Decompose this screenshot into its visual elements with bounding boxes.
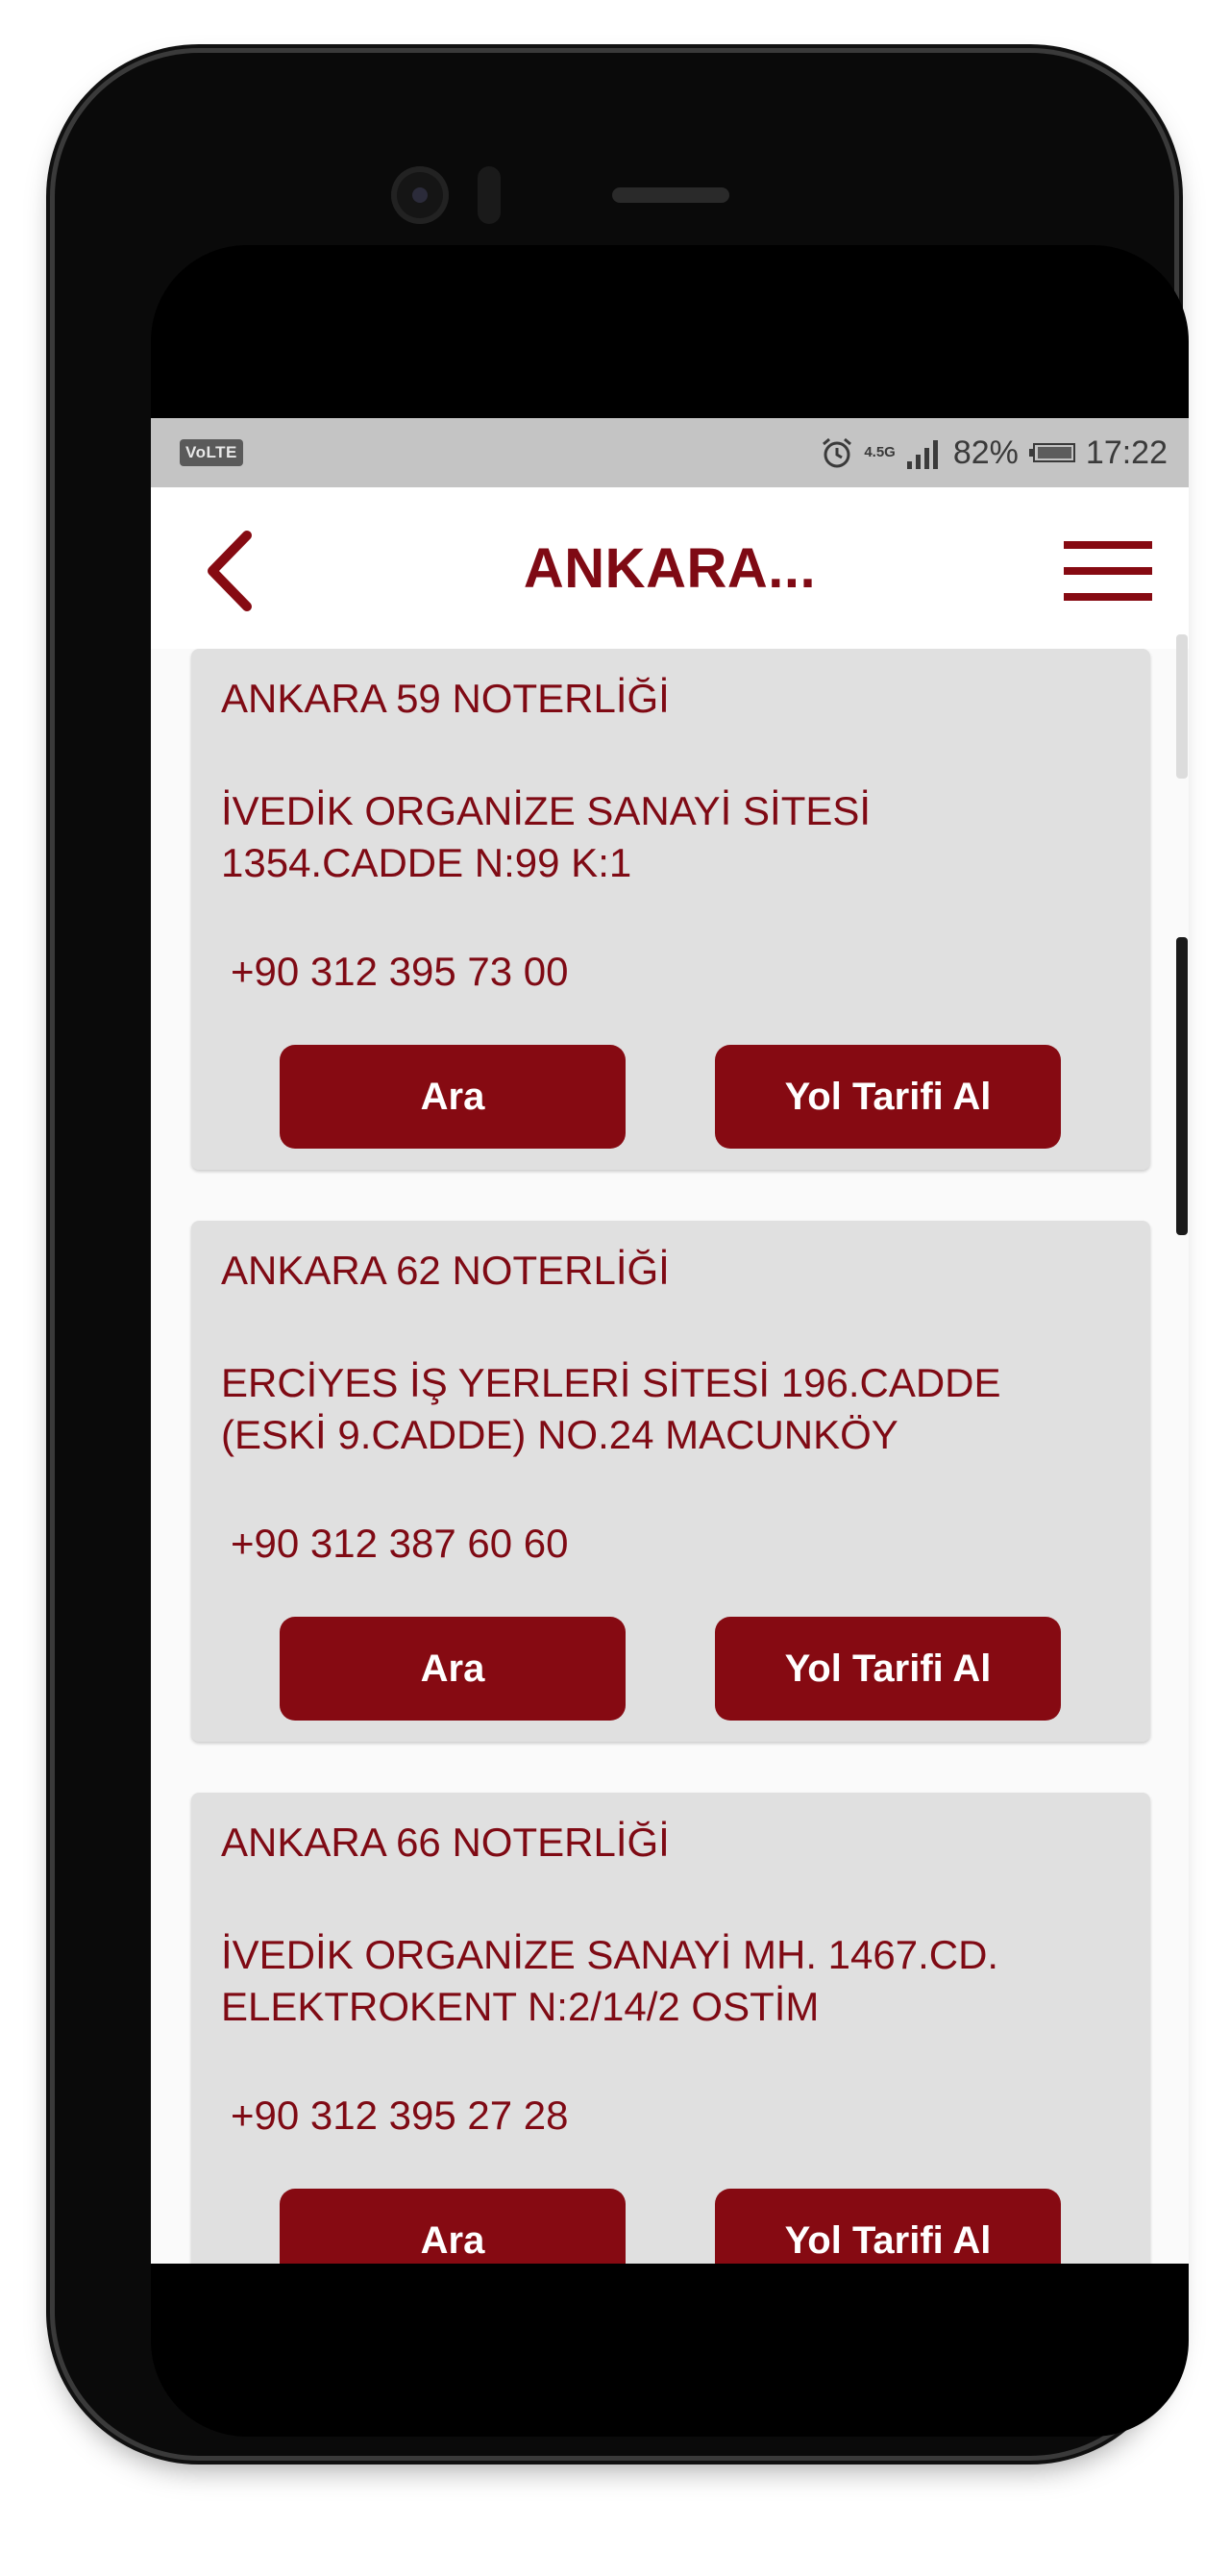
phone-screen: VoLTE 4.5G 82% 17:22 ANKARA... ANKARA 59…: [151, 245, 1189, 2437]
alarm-icon: [823, 437, 852, 468]
side-key: [1176, 634, 1188, 779]
status-bar: VoLTE 4.5G 82% 17:22: [151, 418, 1189, 487]
app-header: ANKARA...: [151, 487, 1189, 649]
battery-percent: 82%: [952, 433, 1019, 471]
hamburger-menu-icon: [1064, 541, 1152, 601]
notary-card: ANKARA 62 NOTERLİĞİ ERCİYES İŞ YERLERİ S…: [191, 1221, 1150, 1742]
front-camera: [391, 166, 449, 224]
notary-name: ANKARA 66 NOTERLİĞİ: [221, 1820, 670, 1865]
back-button[interactable]: [201, 528, 258, 614]
notary-card: ANKARA 66 NOTERLİĞİ İVEDİK ORGANİZE SANA…: [191, 1793, 1150, 2264]
chevron-left-icon: [208, 531, 252, 611]
notary-phone: +90 312 395 27 28: [231, 2093, 569, 2138]
network-type-label: 4.5G: [864, 443, 896, 460]
notary-name: ANKARA 62 NOTERLİĞİ: [221, 1248, 670, 1293]
signal-icon: [906, 440, 938, 469]
clock: 17:22: [1085, 433, 1168, 471]
battery-icon: [1028, 443, 1075, 462]
notary-phone: +90 312 395 73 00: [231, 949, 569, 994]
get-directions-button[interactable]: Yol Tarifi Al: [715, 1045, 1061, 1149]
page-title: ANKARA...: [523, 536, 817, 600]
get-directions-button[interactable]: Yol Tarifi Al: [715, 2189, 1061, 2264]
call-button[interactable]: Ara: [280, 1617, 626, 1721]
notary-address: ERCİYES İŞ YERLERİ SİTESİ 196.CADDE (ESK…: [221, 1360, 1001, 1457]
power-button: [1176, 937, 1188, 1235]
phone-frame: VoLTE 4.5G 82% 17:22 ANKARA... ANKARA 59…: [55, 53, 1189, 2456]
earpiece-speaker: [612, 187, 729, 203]
notary-address: İVEDİK ORGANİZE SANAYİ MH. 1467.CD. ELEK…: [221, 1932, 999, 2029]
call-button[interactable]: Ara: [280, 2189, 626, 2264]
proximity-sensor: [478, 166, 501, 224]
menu-button[interactable]: [1064, 539, 1152, 603]
status-indicators: 4.5G 82% 17:22: [820, 434, 1168, 472]
notary-name: ANKARA 59 NOTERLİĞİ: [221, 676, 670, 721]
call-button[interactable]: Ara: [280, 1045, 626, 1149]
get-directions-button[interactable]: Yol Tarifi Al: [715, 1617, 1061, 1721]
notary-address: İVEDİK ORGANİZE SANAYİ SİTESİ 1354.CADDE…: [221, 788, 872, 885]
notary-card: ANKARA 59 NOTERLİĞİ İVEDİK ORGANİZE SANA…: [191, 649, 1150, 1170]
volte-indicator: VoLTE: [180, 439, 243, 466]
app-viewport: VoLTE 4.5G 82% 17:22 ANKARA... ANKARA 59…: [151, 418, 1189, 2264]
notary-phone: +90 312 387 60 60: [231, 1521, 569, 1566]
